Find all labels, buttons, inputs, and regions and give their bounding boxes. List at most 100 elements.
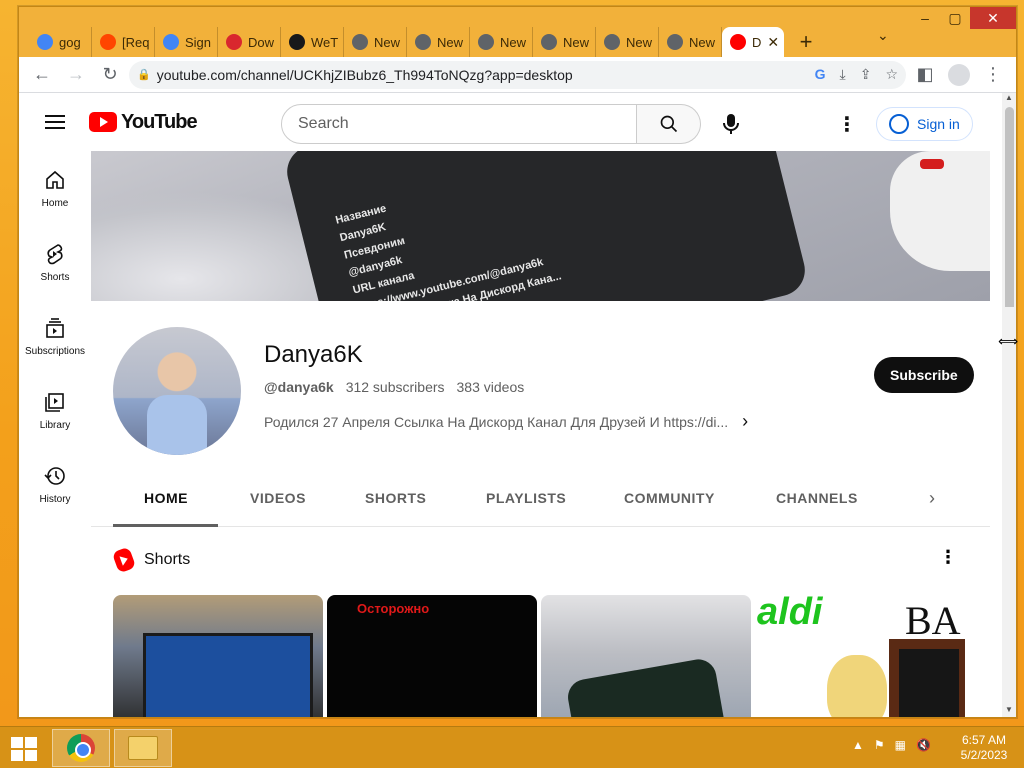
close-window-button[interactable]: ✕ xyxy=(970,7,1016,29)
tab-title: Dow xyxy=(248,34,275,50)
page-scrollbar[interactable]: ▲ ▼ xyxy=(1002,93,1016,717)
tab-home[interactable]: HOME xyxy=(144,469,188,527)
youtube-logo[interactable]: YouTube xyxy=(89,111,198,134)
tab-title: New xyxy=(689,34,716,50)
file-explorer-icon xyxy=(128,736,158,760)
banner-phone-image: Название Danya6K Псевдоним @danya6k URL кана… xyxy=(281,151,811,301)
bookmark-star-icon[interactable]: ☆ xyxy=(885,66,898,83)
wetransfer-icon xyxy=(289,34,305,50)
taskbar-explorer-button[interactable] xyxy=(114,729,172,767)
guide-item-shorts[interactable]: Shorts xyxy=(19,225,91,299)
resize-cursor-icon: ⟺ xyxy=(998,333,1019,349)
tab-community[interactable]: COMMUNITY xyxy=(624,469,715,527)
subscriptions-icon xyxy=(46,317,64,338)
tab-playlists[interactable]: PLAYLISTS xyxy=(486,469,566,527)
browser-tab-8[interactable]: New xyxy=(470,27,533,57)
shorts-logo-icon xyxy=(111,546,137,574)
tab-channels[interactable]: CHANNELS xyxy=(776,469,858,527)
browser-tab-9[interactable]: New xyxy=(533,27,596,57)
guide-item-label: Home xyxy=(41,197,69,209)
browser-tab-6[interactable]: New xyxy=(344,27,407,57)
tab-title: gog xyxy=(59,34,81,50)
tab-title: D xyxy=(752,34,762,50)
minimize-button[interactable]: – xyxy=(910,7,940,29)
show-hidden-icons-icon[interactable]: ▲ xyxy=(852,738,864,752)
browser-toolbar: ← → ↻ 🔒 youtube.com/channel/UCKhjZIBubz6… xyxy=(19,57,1016,93)
reload-button[interactable]: ↻ xyxy=(95,60,125,90)
tab-title: New xyxy=(500,34,527,50)
chrome-menu-icon[interactable]: ⋮ xyxy=(978,60,1008,90)
tab-title: [Req xyxy=(122,34,150,50)
tabs-scroll-right-icon[interactable]: › xyxy=(929,488,935,509)
channel-handle: @danya6k xyxy=(264,379,334,395)
channel-header: Danya6K @danya6k 312 subscribers 383 vid… xyxy=(91,301,990,469)
home-icon xyxy=(46,170,64,189)
search-input[interactable]: Search xyxy=(281,104,637,144)
taskbar-clock[interactable]: 6:57 AM 5/2/2023 xyxy=(954,733,1014,763)
tab-title: New xyxy=(563,34,590,50)
share-icon[interactable]: ⇪ xyxy=(860,66,872,83)
action-center-flag-icon[interactable]: ⚑ xyxy=(874,738,885,752)
short-thumbnail-4[interactable]: aldi BA xyxy=(755,595,965,717)
new-tab-button[interactable]: + xyxy=(790,27,822,57)
voice-search-button[interactable] xyxy=(711,104,751,144)
channel-description[interactable]: Родился 27 Апреля Ссылка На Дискорд Кана… xyxy=(264,411,748,432)
browser-tab-5[interactable]: WeT xyxy=(281,27,344,57)
short-thumbnail-3[interactable] xyxy=(541,595,751,717)
guide-item-history[interactable]: History xyxy=(19,447,91,521)
browser-tab-12[interactable]: D ✕ xyxy=(722,27,784,57)
maximize-button[interactable]: ▢ xyxy=(940,7,970,29)
shorts-shelf: Осторожно aldi BA xyxy=(113,595,965,717)
guide-menu-button[interactable] xyxy=(35,102,75,142)
video-count: 383 videos xyxy=(456,379,525,395)
search-button[interactable] xyxy=(637,104,701,144)
guide-item-subscriptions[interactable]: Subscriptions xyxy=(19,299,91,373)
channel-avatar[interactable] xyxy=(113,327,241,455)
guide-item-library[interactable]: Library xyxy=(19,373,91,447)
browser-tab-1[interactable]: gog xyxy=(29,27,92,57)
profile-avatar[interactable] xyxy=(944,60,974,90)
close-tab-icon[interactable]: ✕ xyxy=(767,34,779,51)
microphone-icon xyxy=(723,114,739,134)
network-icon[interactable]: ▦ xyxy=(895,738,906,752)
lock-icon: 🔒 xyxy=(137,69,151,81)
browser-tab-3[interactable]: Sign xyxy=(155,27,218,57)
scrollbar-thumb[interactable] xyxy=(1005,107,1014,307)
sign-in-button[interactable]: Sign in xyxy=(876,107,973,141)
shorts-more-icon[interactable]: ⋮ xyxy=(939,547,957,568)
browser-tab-7[interactable]: New xyxy=(407,27,470,57)
chrome-icon xyxy=(541,34,557,50)
short-thumbnail-1[interactable] xyxy=(113,595,323,717)
short-thumbnail-2[interactable]: Осторожно xyxy=(327,595,537,717)
channel-banner: Название Danya6K Псевдоним @danya6k URL кана… xyxy=(91,151,990,301)
browser-tab-4[interactable]: Dow xyxy=(218,27,281,57)
url-text[interactable]: youtube.com/channel/UCKhjZIBubz6_Th994To… xyxy=(157,67,809,83)
browser-tab-10[interactable]: New xyxy=(596,27,659,57)
browser-tab-11[interactable]: New xyxy=(659,27,722,57)
tab-videos[interactable]: VIDEOS xyxy=(250,469,306,527)
volume-muted-icon[interactable]: 🔇 xyxy=(916,738,931,752)
omnibox-actions: G ⤓ ⇪ ☆ xyxy=(815,66,898,83)
scroll-up-arrow-icon[interactable]: ▲ xyxy=(1002,93,1016,105)
guide-item-label: Subscriptions xyxy=(24,345,86,357)
youtube-icon xyxy=(730,34,746,50)
google-lens-icon[interactable]: G xyxy=(815,66,826,83)
shorts-section-header: Shorts ⋮ xyxy=(91,541,990,577)
back-button[interactable]: ← xyxy=(27,60,57,90)
tab-search-icon[interactable]: ⌄ xyxy=(877,27,889,44)
tab-title: New xyxy=(626,34,653,50)
guide-item-home[interactable]: Home xyxy=(19,151,91,225)
browser-tab-2[interactable]: [Req xyxy=(92,27,155,57)
settings-more-icon[interactable]: ⋮ xyxy=(827,104,867,144)
address-bar[interactable]: 🔒 youtube.com/channel/UCKhjZIBubz6_Th994… xyxy=(129,60,906,89)
scroll-down-arrow-icon[interactable]: ▼ xyxy=(1002,705,1016,717)
subscribe-button[interactable]: Subscribe xyxy=(874,357,974,393)
start-button[interactable] xyxy=(4,734,44,764)
forward-button[interactable]: → xyxy=(61,60,91,90)
taskbar-chrome-button[interactable] xyxy=(52,729,110,767)
tab-title: Sign xyxy=(185,34,212,50)
side-panel-icon[interactable]: ◧ xyxy=(910,60,940,90)
chrome-icon xyxy=(67,734,95,762)
tab-shorts[interactable]: SHORTS xyxy=(365,469,426,527)
install-app-icon[interactable]: ⤓ xyxy=(840,66,846,83)
